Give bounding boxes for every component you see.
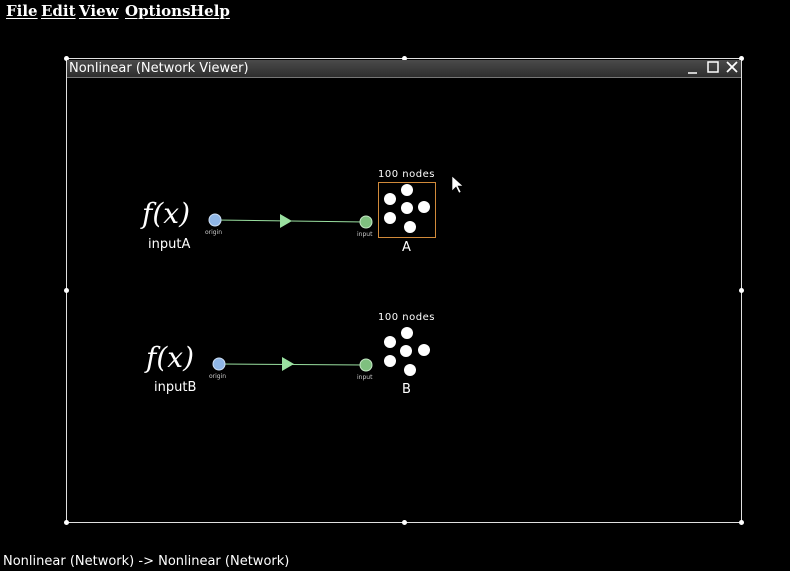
ensemble-b-icon[interactable] <box>384 327 430 376</box>
input-port-b-icon[interactable] <box>359 358 373 372</box>
status-bar: Nonlinear (Network) -> Nonlinear (Networ… <box>3 554 290 569</box>
input-b-port-label: input <box>357 374 373 381</box>
network-canvas <box>208 175 464 376</box>
function-input-a[interactable]: f(x) <box>142 197 190 230</box>
ensemble-a-label: A <box>402 240 411 255</box>
projection-arrow-icon <box>282 357 294 371</box>
ensemble-a-count: 100 nodes <box>378 169 435 180</box>
origin-port-a-icon[interactable] <box>208 213 222 227</box>
input-a-label: inputA <box>148 237 191 252</box>
cursor-icon <box>451 175 464 194</box>
input-b-label: inputB <box>154 380 197 395</box>
projection-a[interactable] <box>215 214 366 228</box>
projection-arrow-icon <box>280 214 292 228</box>
origin-b-label: origin <box>209 373 227 380</box>
projection-b[interactable] <box>219 357 366 371</box>
ensemble-b-count: 100 nodes <box>378 312 435 323</box>
origin-a-label: origin <box>205 229 223 236</box>
origin-port-b-icon[interactable] <box>212 357 226 371</box>
function-input-b[interactable]: f(x) <box>146 341 194 374</box>
input-a-port-label: input <box>357 231 373 238</box>
ensemble-a-icon[interactable] <box>384 184 430 233</box>
ensemble-b-label: B <box>402 382 411 397</box>
input-port-a-icon[interactable] <box>359 215 373 229</box>
